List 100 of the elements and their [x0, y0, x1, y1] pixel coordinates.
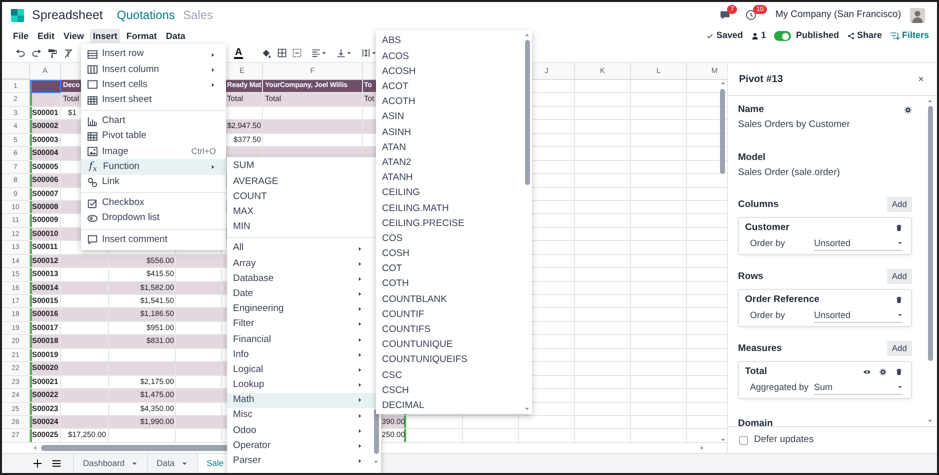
share-icon — [846, 32, 855, 40]
menu-item[interactable]: ATANH — [376, 170, 532, 186]
table-cell — [61, 416, 109, 430]
add-button[interactable]: Add — [886, 341, 912, 356]
table-cell — [575, 335, 631, 349]
scroll-up-icon[interactable] — [524, 32, 530, 38]
add-button[interactable]: Add — [886, 269, 912, 284]
menu-item[interactable]: Link — [81, 174, 226, 190]
scroll-right-icon[interactable] — [699, 444, 705, 451]
publish-toggle[interactable] — [774, 31, 791, 41]
caret-icon — [897, 240, 903, 246]
menu-item[interactable]: Chart — [81, 114, 226, 129]
menu-item[interactable]: ASIN — [376, 110, 532, 126]
breadcrumb-link[interactable]: Quotations — [116, 6, 175, 24]
select-field[interactable]: Unsorted — [814, 236, 903, 251]
table-cell — [61, 389, 109, 402]
avatar-icon[interactable] — [910, 8, 925, 22]
select-field[interactable]: Unsorted — [814, 308, 903, 323]
trash-icon[interactable] — [895, 368, 903, 376]
menu-item[interactable]: Checkbox — [81, 196, 226, 211]
table-cell — [631, 308, 687, 322]
scroll-down-icon[interactable] — [927, 418, 933, 424]
text-color-button[interactable]: A — [234, 48, 244, 58]
settings-icon[interactable] — [879, 368, 887, 376]
menu-item[interactable]: Insert comment — [81, 232, 226, 248]
menu-item[interactable]: Insert — [90, 29, 120, 43]
select-field[interactable]: Sum — [814, 380, 903, 395]
submenu-arrow-icon — [357, 458, 363, 464]
menu-item[interactable]: ATAN2 — [376, 156, 532, 171]
menu-item[interactable]: CEILING.PRECISE — [376, 216, 532, 232]
scrollbar-thumb[interactable] — [524, 40, 530, 185]
menu-item[interactable]: ATAN — [376, 140, 532, 156]
section-label: Columns — [738, 198, 779, 211]
caret-icon — [180, 460, 188, 467]
scroll-down-icon[interactable] — [373, 459, 379, 465]
filters-button[interactable]: Filters — [890, 29, 929, 43]
menu-item[interactable]: ABS — [376, 34, 532, 50]
fill-color-icon[interactable] — [261, 48, 272, 58]
table-cell — [575, 174, 631, 188]
submenu-arrow-icon — [357, 428, 363, 434]
grid-icon — [87, 94, 98, 106]
chat-icon[interactable] — [719, 9, 732, 21]
menu-item[interactable]: Insert row — [81, 47, 226, 62]
scrollbar-thumb[interactable] — [928, 106, 932, 361]
menu-item[interactable]: ASINH — [376, 125, 532, 140]
redo-icon[interactable] — [31, 48, 42, 58]
menu-item[interactable]: CEILING — [376, 186, 532, 202]
undo-icon[interactable] — [15, 48, 26, 58]
menu-item[interactable]: Dropdown list — [81, 210, 226, 226]
scroll-left-icon[interactable] — [32, 444, 38, 451]
table-cell — [631, 322, 687, 336]
sheet-tab[interactable]: Dashboard — [73, 454, 147, 473]
table-cell — [631, 376, 687, 390]
menu-item[interactable]: ACOS — [376, 49, 532, 64]
submenu-arrow-icon — [357, 291, 363, 298]
table-cell — [575, 241, 631, 255]
paint-format-icon[interactable] — [47, 48, 58, 58]
trash-icon[interactable] — [895, 296, 903, 304]
menu-item[interactable]: f$_{x}$ Function — [81, 159, 226, 174]
borders-icon[interactable] — [277, 48, 288, 58]
menu-item[interactable]: Edit — [34, 29, 58, 43]
menu-item[interactable]: Format — [123, 29, 160, 43]
table-cell — [575, 188, 631, 201]
checkbox-label: Defer updates — [754, 432, 814, 447]
merge-cells-icon[interactable] — [292, 48, 302, 58]
table-cell — [463, 429, 519, 443]
close-icon[interactable] — [917, 75, 925, 83]
align-icon[interactable] — [311, 48, 328, 58]
scroll-down-icon[interactable] — [524, 406, 530, 412]
menu-item[interactable]: CEILING.MATH — [376, 201, 532, 216]
table-cell — [575, 416, 631, 430]
vertical-align-icon[interactable] — [336, 48, 352, 58]
app-logo-icon[interactable] — [10, 8, 25, 22]
trash-icon[interactable] — [895, 224, 903, 232]
app-title: Spreadsheet — [32, 6, 103, 24]
user-icon — [750, 32, 759, 40]
menu-item[interactable]: View — [60, 29, 87, 43]
scrollbar-thumb[interactable] — [374, 409, 378, 454]
eye-icon[interactable] — [863, 368, 871, 376]
checkbox[interactable] — [739, 436, 748, 444]
company-switcher[interactable]: My Company (San Francisco) — [775, 8, 901, 22]
table-cell — [575, 200, 631, 214]
scrollbar-thumb[interactable] — [720, 89, 725, 174]
table-cell — [463, 416, 519, 430]
clock-icon[interactable] — [745, 9, 758, 21]
option-label: Aggregated by — [749, 380, 810, 394]
scroll-up-icon[interactable] — [927, 98, 933, 104]
wrap-icon[interactable] — [361, 48, 378, 58]
clear-format-icon[interactable] — [63, 48, 74, 58]
scroll-down-icon[interactable] — [720, 437, 726, 443]
panel-title: Pivot #13 — [739, 72, 783, 86]
share-button[interactable]: Share — [846, 29, 882, 43]
menu-item[interactable]: Data — [162, 29, 188, 43]
cell-icon — [87, 79, 98, 90]
table-cell — [575, 254, 631, 268]
caret-icon — [897, 384, 903, 390]
menu-item[interactable]: File — [10, 29, 32, 43]
settings-icon[interactable] — [904, 106, 912, 114]
add-button[interactable]: Add — [886, 197, 912, 212]
image-icon — [87, 146, 98, 158]
